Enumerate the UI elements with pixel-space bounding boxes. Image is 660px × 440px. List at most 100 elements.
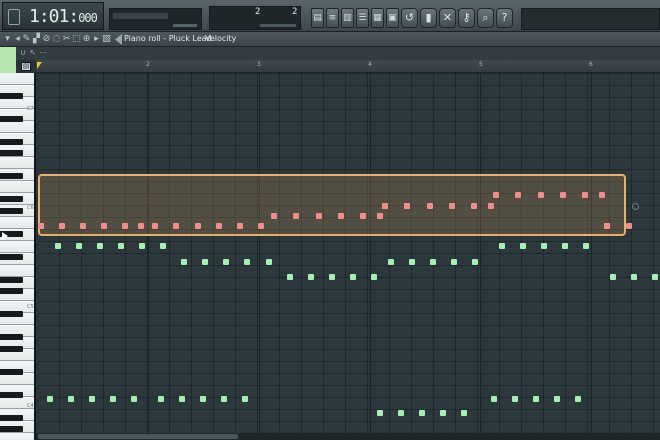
- note[interactable]: [429, 258, 436, 265]
- note[interactable]: [511, 396, 518, 403]
- selected-note[interactable]: [598, 192, 605, 199]
- piano-roll-button[interactable]: ▥: [341, 8, 354, 28]
- black-key[interactable]: [0, 334, 23, 340]
- black-key[interactable]: [0, 196, 23, 202]
- black-key[interactable]: [0, 276, 23, 283]
- render-button[interactable]: ▮: [420, 8, 437, 28]
- note[interactable]: [490, 396, 497, 403]
- browser-button[interactable]: ▦: [371, 8, 384, 28]
- selected-note[interactable]: [376, 212, 383, 219]
- selected-note[interactable]: [215, 223, 222, 229]
- note[interactable]: [96, 243, 103, 250]
- note[interactable]: [519, 243, 526, 250]
- undo-button[interactable]: ↺: [401, 8, 418, 28]
- event-target-select[interactable]: Velocity: [205, 34, 236, 43]
- pattern-number[interactable]: 2: [255, 7, 260, 17]
- selected-note[interactable]: [515, 192, 522, 199]
- note[interactable]: [157, 396, 164, 403]
- selected-note[interactable]: [152, 223, 159, 229]
- black-key[interactable]: [0, 92, 23, 99]
- time-ruler[interactable]: 2 3 4 5 6: [36, 60, 660, 73]
- note[interactable]: [286, 274, 293, 280]
- help-button[interactable]: ?: [496, 8, 513, 28]
- note[interactable]: [178, 396, 185, 403]
- selected-note[interactable]: [404, 202, 411, 209]
- black-key[interactable]: [0, 311, 23, 317]
- mixer-button[interactable]: ≡: [326, 8, 339, 28]
- note[interactable]: [498, 243, 505, 250]
- note[interactable]: [376, 409, 383, 416]
- song-position-display[interactable]: 1:01:000: [2, 2, 104, 30]
- note[interactable]: [244, 258, 251, 265]
- horizontal-scrollbar[interactable]: [36, 433, 660, 440]
- roll-menu-arrow-icon[interactable]: [115, 34, 122, 45]
- note[interactable]: [46, 396, 53, 403]
- black-key[interactable]: [0, 368, 23, 375]
- note[interactable]: [408, 258, 415, 265]
- black-key[interactable]: [0, 138, 23, 145]
- black-key[interactable]: [0, 207, 23, 214]
- note[interactable]: [609, 274, 616, 280]
- note[interactable]: [450, 258, 457, 265]
- selected-note[interactable]: [382, 202, 389, 209]
- note[interactable]: [472, 258, 478, 265]
- black-key[interactable]: [0, 150, 23, 156]
- note[interactable]: [75, 243, 82, 250]
- selected-note[interactable]: [359, 212, 366, 219]
- selected-note[interactable]: [137, 223, 144, 229]
- note[interactable]: [223, 258, 230, 265]
- note[interactable]: [117, 243, 124, 250]
- selected-note[interactable]: [38, 223, 44, 229]
- note[interactable]: [221, 396, 228, 403]
- note[interactable]: [200, 396, 207, 403]
- selected-note[interactable]: [470, 202, 477, 209]
- note[interactable]: [131, 396, 138, 403]
- selected-note[interactable]: [626, 223, 633, 229]
- magnet-icon[interactable]: ∪: [18, 48, 28, 58]
- selected-note[interactable]: [236, 223, 243, 229]
- note[interactable]: [242, 396, 249, 403]
- note[interactable]: [387, 258, 394, 265]
- search-button[interactable]: ⌕: [477, 8, 494, 28]
- black-key[interactable]: [0, 391, 23, 398]
- note[interactable]: [139, 243, 145, 250]
- selected-note[interactable]: [493, 192, 500, 199]
- note[interactable]: [460, 409, 467, 416]
- snap-icon[interactable]: ▤: [21, 62, 31, 71]
- black-key[interactable]: [0, 173, 23, 179]
- pattern-tempo-panel[interactable]: 2 2: [209, 6, 301, 30]
- channel-rack-button[interactable]: ☰: [356, 8, 369, 28]
- note[interactable]: [630, 274, 637, 280]
- selected-note[interactable]: [293, 212, 300, 219]
- black-key[interactable]: [0, 253, 23, 260]
- note[interactable]: [89, 396, 96, 403]
- note[interactable]: [533, 396, 540, 403]
- stamp-icon[interactable]: ▧: [101, 34, 112, 45]
- note[interactable]: [575, 396, 582, 403]
- playlist-button[interactable]: ▣: [386, 8, 399, 28]
- selected-note[interactable]: [101, 223, 108, 229]
- note[interactable]: [397, 409, 404, 416]
- piano-keyboard[interactable]: C7 C6 C5 C4: [0, 73, 36, 440]
- selected-note[interactable]: [537, 192, 544, 199]
- selected-note[interactable]: [122, 223, 129, 229]
- note[interactable]: [439, 409, 446, 416]
- selected-note[interactable]: [271, 212, 278, 219]
- selected-note[interactable]: [59, 223, 66, 229]
- selected-note[interactable]: [194, 223, 201, 229]
- selected-note[interactable]: [173, 223, 180, 229]
- note[interactable]: [583, 243, 589, 250]
- black-key[interactable]: [0, 426, 23, 432]
- note[interactable]: [540, 243, 547, 250]
- selected-note[interactable]: [315, 212, 322, 219]
- song-start-marker-icon[interactable]: [37, 62, 42, 69]
- piano-roll-title[interactable]: Piano roll - Pluck Lead: [124, 34, 212, 43]
- note[interactable]: [328, 274, 335, 280]
- note[interactable]: [265, 258, 272, 265]
- selected-note[interactable]: [604, 223, 611, 229]
- note[interactable]: [181, 258, 188, 265]
- key-button[interactable]: ⚷: [458, 8, 475, 28]
- black-key[interactable]: [0, 288, 23, 294]
- tools-button[interactable]: ✕: [439, 8, 456, 28]
- selected-note[interactable]: [448, 202, 455, 209]
